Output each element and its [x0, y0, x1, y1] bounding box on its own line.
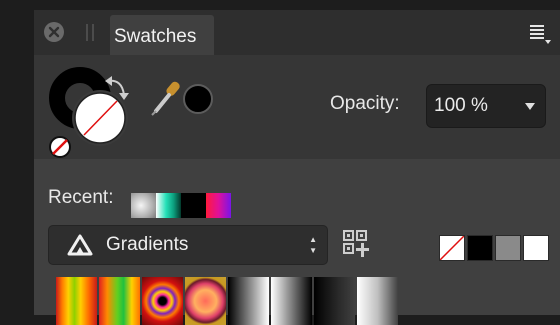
chevron-down-icon: [525, 103, 535, 110]
panel-titlebar: Swatches: [34, 10, 560, 55]
opacity-dropdown[interactable]: 100 %: [426, 84, 546, 128]
add-swatch-grid-icon[interactable]: [342, 229, 372, 259]
gradient-swatch-spectrum-linear[interactable]: [99, 277, 140, 325]
opacity-label: Opacity:: [330, 93, 400, 114]
stepper-arrows-icon: ▲ ▼: [309, 235, 317, 255]
gradient-swatch-sunset-radial[interactable]: [185, 277, 226, 325]
color-wells: [49, 67, 213, 158]
recent-swatch-gray-gradient[interactable]: [131, 193, 156, 218]
stroke-color-well[interactable]: [72, 90, 128, 146]
gradient-swatch-rainbow-radial[interactable]: [142, 277, 183, 325]
gradient-swatch-black-white-linear[interactable]: [228, 277, 269, 325]
gradient-swatch-rainbow-linear[interactable]: [56, 277, 97, 325]
swatch-gray[interactable]: [495, 235, 521, 261]
tab-label: Swatches: [114, 26, 197, 47]
swatch-category-select[interactable]: Gradients ▲ ▼: [48, 225, 328, 265]
color-toolbar: Opacity: 100 %: [34, 55, 560, 159]
eyedropper-icon[interactable]: [151, 80, 181, 116]
swatch-black[interactable]: [467, 235, 493, 261]
drag-grip-icon[interactable]: [86, 24, 94, 41]
picked-color-well[interactable]: [183, 84, 213, 114]
affinity-logo-icon: [67, 234, 93, 256]
gradient-swatches: [56, 277, 560, 325]
close-icon[interactable]: [44, 22, 64, 42]
select-value: Gradients: [106, 234, 189, 255]
panel-menu-icon[interactable]: [528, 23, 554, 45]
swatch-none[interactable]: [439, 235, 465, 261]
tab-swatches[interactable]: Swatches: [110, 15, 214, 55]
opacity-value: 100 %: [434, 95, 488, 116]
swatches-panel: Swatches Opacity: 100 % Recent: Gradient…: [34, 10, 560, 325]
no-fill-icon[interactable]: [49, 136, 71, 158]
document-swatches: [439, 235, 549, 261]
gradient-swatch-white-black-linear[interactable]: [271, 277, 312, 325]
recent-swatch-red-purple[interactable]: [206, 193, 231, 218]
recent-label: Recent:: [48, 187, 114, 208]
recent-swatch-black[interactable]: [181, 193, 206, 218]
swatch-white[interactable]: [523, 235, 549, 261]
recent-swatch-teal-gradient[interactable]: [156, 193, 181, 218]
gradient-swatch-black-fade-linear[interactable]: [314, 277, 355, 325]
gradient-swatch-white-fade-linear[interactable]: [357, 277, 398, 325]
recent-swatches: [131, 193, 231, 218]
